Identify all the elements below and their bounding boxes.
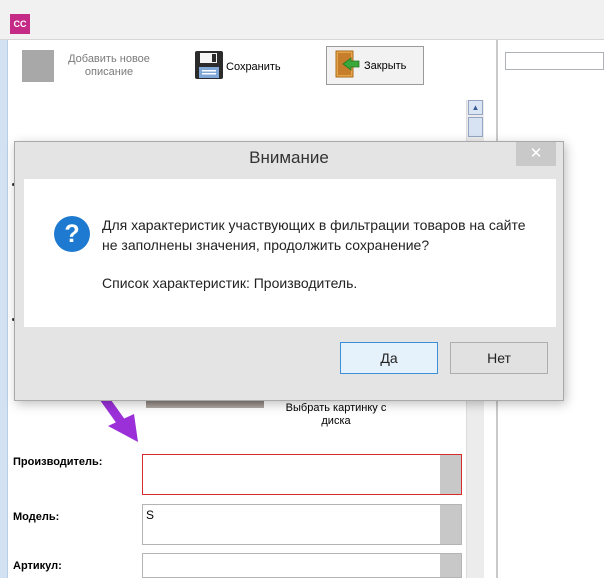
window-frame-left xyxy=(0,40,8,578)
warning-dialog: Внимание ✕ ? Для характеристик участвующ… xyxy=(14,141,564,401)
manufacturer-scrollbar[interactable] xyxy=(440,455,461,494)
model-field[interactable]: S xyxy=(142,504,462,545)
model-value: S xyxy=(146,508,155,522)
add-description-button[interactable]: Добавить новое описание xyxy=(22,50,164,82)
dialog-title: Внимание xyxy=(249,148,329,167)
add-description-label: Добавить новое описание xyxy=(68,53,150,78)
save-label: Сохранить xyxy=(226,60,281,73)
scroll-up-icon[interactable]: ▲ xyxy=(468,100,483,115)
model-label: Модель: xyxy=(13,511,60,523)
window-titlebar: CC xyxy=(0,0,604,40)
article-field[interactable] xyxy=(142,553,462,578)
article-scrollbar[interactable] xyxy=(440,554,461,577)
floppy-disk-icon xyxy=(194,50,224,83)
dialog-body: ? Для характеристик участвующих в фильтр… xyxy=(24,179,556,327)
close-label: Закрыть xyxy=(364,59,407,72)
door-exit-icon xyxy=(335,50,361,81)
manufacturer-label: Производитель: xyxy=(13,456,103,468)
model-scrollbar[interactable] xyxy=(440,505,461,544)
app-icon[interactable]: CC xyxy=(10,14,30,34)
pick-image-link[interactable]: Выбрать картинку с диска xyxy=(280,402,392,428)
manufacturer-field[interactable] xyxy=(142,454,462,495)
no-button[interactable]: Нет xyxy=(450,342,548,374)
scroll-thumb[interactable] xyxy=(468,117,483,137)
dialog-message: Для характеристик участвующих в фильтрац… xyxy=(102,217,526,253)
dialog-characteristics-list: Список характеристик: Производитель. xyxy=(102,275,358,291)
question-icon: ? xyxy=(54,216,90,252)
save-button[interactable]: Сохранить xyxy=(194,50,281,83)
yes-button[interactable]: Да xyxy=(340,342,438,374)
close-icon[interactable]: ✕ xyxy=(516,142,556,166)
article-label: Артикул: xyxy=(13,560,62,572)
right-panel-input[interactable] xyxy=(505,52,604,70)
add-description-icon xyxy=(22,50,54,82)
close-button[interactable]: Закрыть xyxy=(326,46,424,85)
